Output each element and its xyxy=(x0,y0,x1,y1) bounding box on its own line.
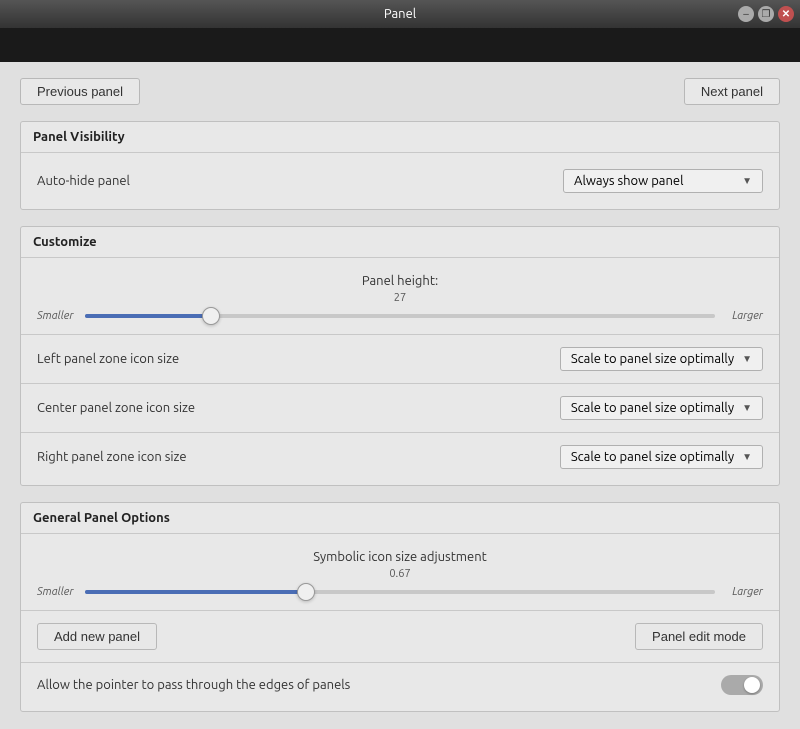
left-zone-dropdown-arrow: ▼ xyxy=(742,353,752,365)
center-zone-label: Center panel zone icon size xyxy=(37,401,195,415)
panel-height-max-label: Larger xyxy=(723,310,763,322)
main-window: Panel – ❐ ✕ Previous panel Next panel Pa… xyxy=(0,0,800,729)
previous-panel-button[interactable]: Previous panel xyxy=(20,78,140,105)
left-zone-dropdown[interactable]: Scale to panel size optimally ▼ xyxy=(560,347,763,371)
close-button[interactable]: ✕ xyxy=(778,6,794,22)
right-zone-dropdown-arrow: ▼ xyxy=(742,451,752,463)
dark-bar xyxy=(0,28,800,62)
symbolic-slider-value: 0.67 xyxy=(37,568,763,580)
next-panel-button[interactable]: Next panel xyxy=(684,78,780,105)
divider-1 xyxy=(21,334,779,335)
customize-header: Customize xyxy=(21,227,779,258)
symbolic-slider-row: Smaller Larger xyxy=(37,582,763,602)
symbolic-thumb[interactable] xyxy=(297,583,315,601)
right-zone-row: Right panel zone icon size Scale to pane… xyxy=(21,437,779,477)
symbolic-min-label: Smaller xyxy=(37,586,77,598)
panel-height-slider-wrapper xyxy=(85,306,715,326)
center-zone-dropdown-arrow: ▼ xyxy=(742,402,752,414)
auto-hide-label: Auto-hide panel xyxy=(37,174,130,188)
panel-edit-mode-button[interactable]: Panel edit mode xyxy=(635,623,763,650)
right-zone-dropdown[interactable]: Scale to panel size optimally ▼ xyxy=(560,445,763,469)
panel-visibility-section: Panel Visibility Auto-hide panel Always … xyxy=(20,121,780,210)
center-zone-row: Center panel zone icon size Scale to pan… xyxy=(21,388,779,428)
divider-5 xyxy=(21,662,779,663)
divider-3 xyxy=(21,432,779,433)
general-body: Symbolic icon size adjustment 0.67 Small… xyxy=(21,534,779,711)
pointer-toggle-label: Allow the pointer to pass through the ed… xyxy=(37,678,350,692)
left-zone-label: Left panel zone icon size xyxy=(37,352,179,366)
auto-hide-dropdown-arrow: ▼ xyxy=(742,175,752,187)
symbolic-slider-wrapper xyxy=(85,582,715,602)
window-controls: – ❐ ✕ xyxy=(738,6,794,22)
panel-height-min-label: Smaller xyxy=(37,310,77,322)
panel-height-value: 27 xyxy=(37,292,763,304)
auto-hide-row: Auto-hide panel Always show panel ▼ xyxy=(21,161,779,201)
panel-height-track-fill xyxy=(85,314,211,318)
panel-height-title: Panel height: xyxy=(37,274,763,288)
general-section: General Panel Options Symbolic icon size… xyxy=(20,502,780,712)
center-zone-dropdown-value: Scale to panel size optimally xyxy=(571,401,734,415)
center-zone-dropdown[interactable]: Scale to panel size optimally ▼ xyxy=(560,396,763,420)
divider-4 xyxy=(21,610,779,611)
left-zone-dropdown-value: Scale to panel size optimally xyxy=(571,352,734,366)
general-header: General Panel Options xyxy=(21,503,779,534)
left-zone-row: Left panel zone icon size Scale to panel… xyxy=(21,339,779,379)
panel-height-slider-row: Smaller Larger xyxy=(37,306,763,326)
panel-visibility-header: Panel Visibility xyxy=(21,122,779,153)
auto-hide-dropdown[interactable]: Always show panel ▼ xyxy=(563,169,763,193)
panel-height-slider-section: Panel height: 27 Smaller Larger xyxy=(21,266,779,330)
content-area: Previous panel Next panel Panel Visibili… xyxy=(0,62,800,729)
pointer-toggle-row: Allow the pointer to pass through the ed… xyxy=(21,667,779,703)
panel-visibility-body: Auto-hide panel Always show panel ▼ xyxy=(21,153,779,209)
right-zone-label: Right panel zone icon size xyxy=(37,450,187,464)
pointer-toggle[interactable]: ✕ xyxy=(721,675,763,695)
symbolic-slider-title: Symbolic icon size adjustment xyxy=(37,550,763,564)
minimize-button[interactable]: – xyxy=(738,6,754,22)
panel-height-thumb[interactable] xyxy=(202,307,220,325)
auto-hide-dropdown-value: Always show panel xyxy=(574,174,684,188)
add-panel-button[interactable]: Add new panel xyxy=(37,623,157,650)
customize-section: Customize Panel height: 27 Smaller Large… xyxy=(20,226,780,486)
nav-row: Previous panel Next panel xyxy=(20,78,780,105)
restore-button[interactable]: ❐ xyxy=(758,6,774,22)
toggle-knob xyxy=(744,677,760,693)
buttons-row: Add new panel Panel edit mode xyxy=(21,615,779,658)
symbolic-slider-section: Symbolic icon size adjustment 0.67 Small… xyxy=(21,542,779,606)
titlebar: Panel – ❐ ✕ xyxy=(0,0,800,28)
window-title: Panel xyxy=(384,7,416,21)
symbolic-max-label: Larger xyxy=(723,586,763,598)
divider-2 xyxy=(21,383,779,384)
right-zone-dropdown-value: Scale to panel size optimally xyxy=(571,450,734,464)
symbolic-track-fill xyxy=(85,590,306,594)
customize-body: Panel height: 27 Smaller Larger xyxy=(21,258,779,485)
